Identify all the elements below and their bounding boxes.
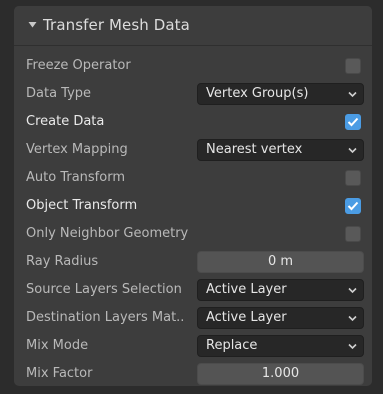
transfer-mesh-data-panel: Transfer Mesh Data Freeze Operator Data … bbox=[0, 0, 383, 394]
row-mix-factor: Mix Factor 1.000 bbox=[14, 360, 372, 388]
vertex-mapping-label: Vertex Mapping bbox=[26, 142, 128, 157]
destination-layers-matching-value: Active Layer bbox=[206, 310, 287, 325]
create-data-checkbox[interactable] bbox=[345, 114, 361, 130]
panel-header[interactable]: Transfer Mesh Data bbox=[14, 6, 372, 46]
chevron-down-icon bbox=[348, 343, 357, 350]
ray-radius-label: Ray Radius bbox=[26, 254, 99, 269]
row-source-layers-selection: Source Layers Selection Active Layer bbox=[14, 276, 372, 304]
destination-layers-matching-dropdown[interactable]: Active Layer bbox=[197, 307, 364, 329]
vertex-mapping-dropdown[interactable]: Nearest vertex bbox=[197, 139, 364, 161]
row-vertex-mapping: Vertex Mapping Nearest vertex bbox=[14, 136, 372, 164]
row-auto-transform: Auto Transform bbox=[14, 164, 372, 192]
mix-factor-value: 1.000 bbox=[261, 366, 300, 381]
mix-factor-field[interactable]: 1.000 bbox=[197, 363, 364, 385]
chevron-down-icon bbox=[348, 147, 357, 154]
checkmark-icon bbox=[347, 117, 359, 127]
row-data-type: Data Type Vertex Group(s) bbox=[14, 80, 372, 108]
mix-mode-value: Replace bbox=[206, 338, 258, 353]
triangle-down-icon[interactable] bbox=[28, 20, 37, 29]
object-transform-checkbox[interactable] bbox=[345, 198, 361, 214]
chevron-down-icon bbox=[348, 91, 357, 98]
row-mix-mode: Mix Mode Replace bbox=[14, 332, 372, 360]
checkmark-icon bbox=[347, 201, 359, 211]
freeze-operator-label: Freeze Operator bbox=[26, 58, 131, 73]
chevron-down-icon bbox=[348, 315, 357, 322]
source-layers-selection-label: Source Layers Selection bbox=[26, 282, 182, 297]
source-layers-selection-dropdown[interactable]: Active Layer bbox=[197, 279, 364, 301]
source-layers-selection-value: Active Layer bbox=[206, 282, 287, 297]
ray-radius-value: 0 m bbox=[267, 254, 294, 269]
mix-mode-dropdown[interactable]: Replace bbox=[197, 335, 364, 357]
row-freeze-operator: Freeze Operator bbox=[14, 52, 372, 80]
mix-factor-label: Mix Factor bbox=[26, 366, 93, 381]
only-neighbor-geometry-checkbox[interactable] bbox=[345, 226, 361, 242]
row-only-neighbor-geometry: Only Neighbor Geometry bbox=[14, 220, 372, 248]
row-destination-layers-matching: Destination Layers Mat.. Active Layer bbox=[14, 304, 372, 332]
vertex-mapping-value: Nearest vertex bbox=[206, 142, 303, 157]
panel-frame: Transfer Mesh Data Freeze Operator Data … bbox=[14, 6, 372, 386]
panel-title: Transfer Mesh Data bbox=[43, 16, 190, 34]
chevron-down-icon bbox=[348, 287, 357, 294]
ray-radius-field[interactable]: 0 m bbox=[197, 251, 364, 273]
auto-transform-label: Auto Transform bbox=[26, 170, 125, 185]
only-neighbor-geometry-label: Only Neighbor Geometry bbox=[26, 226, 189, 241]
object-transform-label: Object Transform bbox=[26, 198, 138, 213]
mix-mode-label: Mix Mode bbox=[26, 338, 89, 353]
destination-layers-matching-label: Destination Layers Mat.. bbox=[26, 310, 185, 325]
data-type-value: Vertex Group(s) bbox=[206, 86, 309, 101]
row-object-transform: Object Transform bbox=[14, 192, 372, 220]
row-create-data: Create Data bbox=[14, 108, 372, 136]
data-type-label: Data Type bbox=[26, 86, 92, 101]
row-ray-radius: Ray Radius 0 m bbox=[14, 248, 372, 276]
freeze-operator-checkbox[interactable] bbox=[345, 58, 361, 74]
create-data-label: Create Data bbox=[26, 114, 105, 129]
auto-transform-checkbox[interactable] bbox=[345, 170, 361, 186]
data-type-dropdown[interactable]: Vertex Group(s) bbox=[197, 83, 364, 105]
